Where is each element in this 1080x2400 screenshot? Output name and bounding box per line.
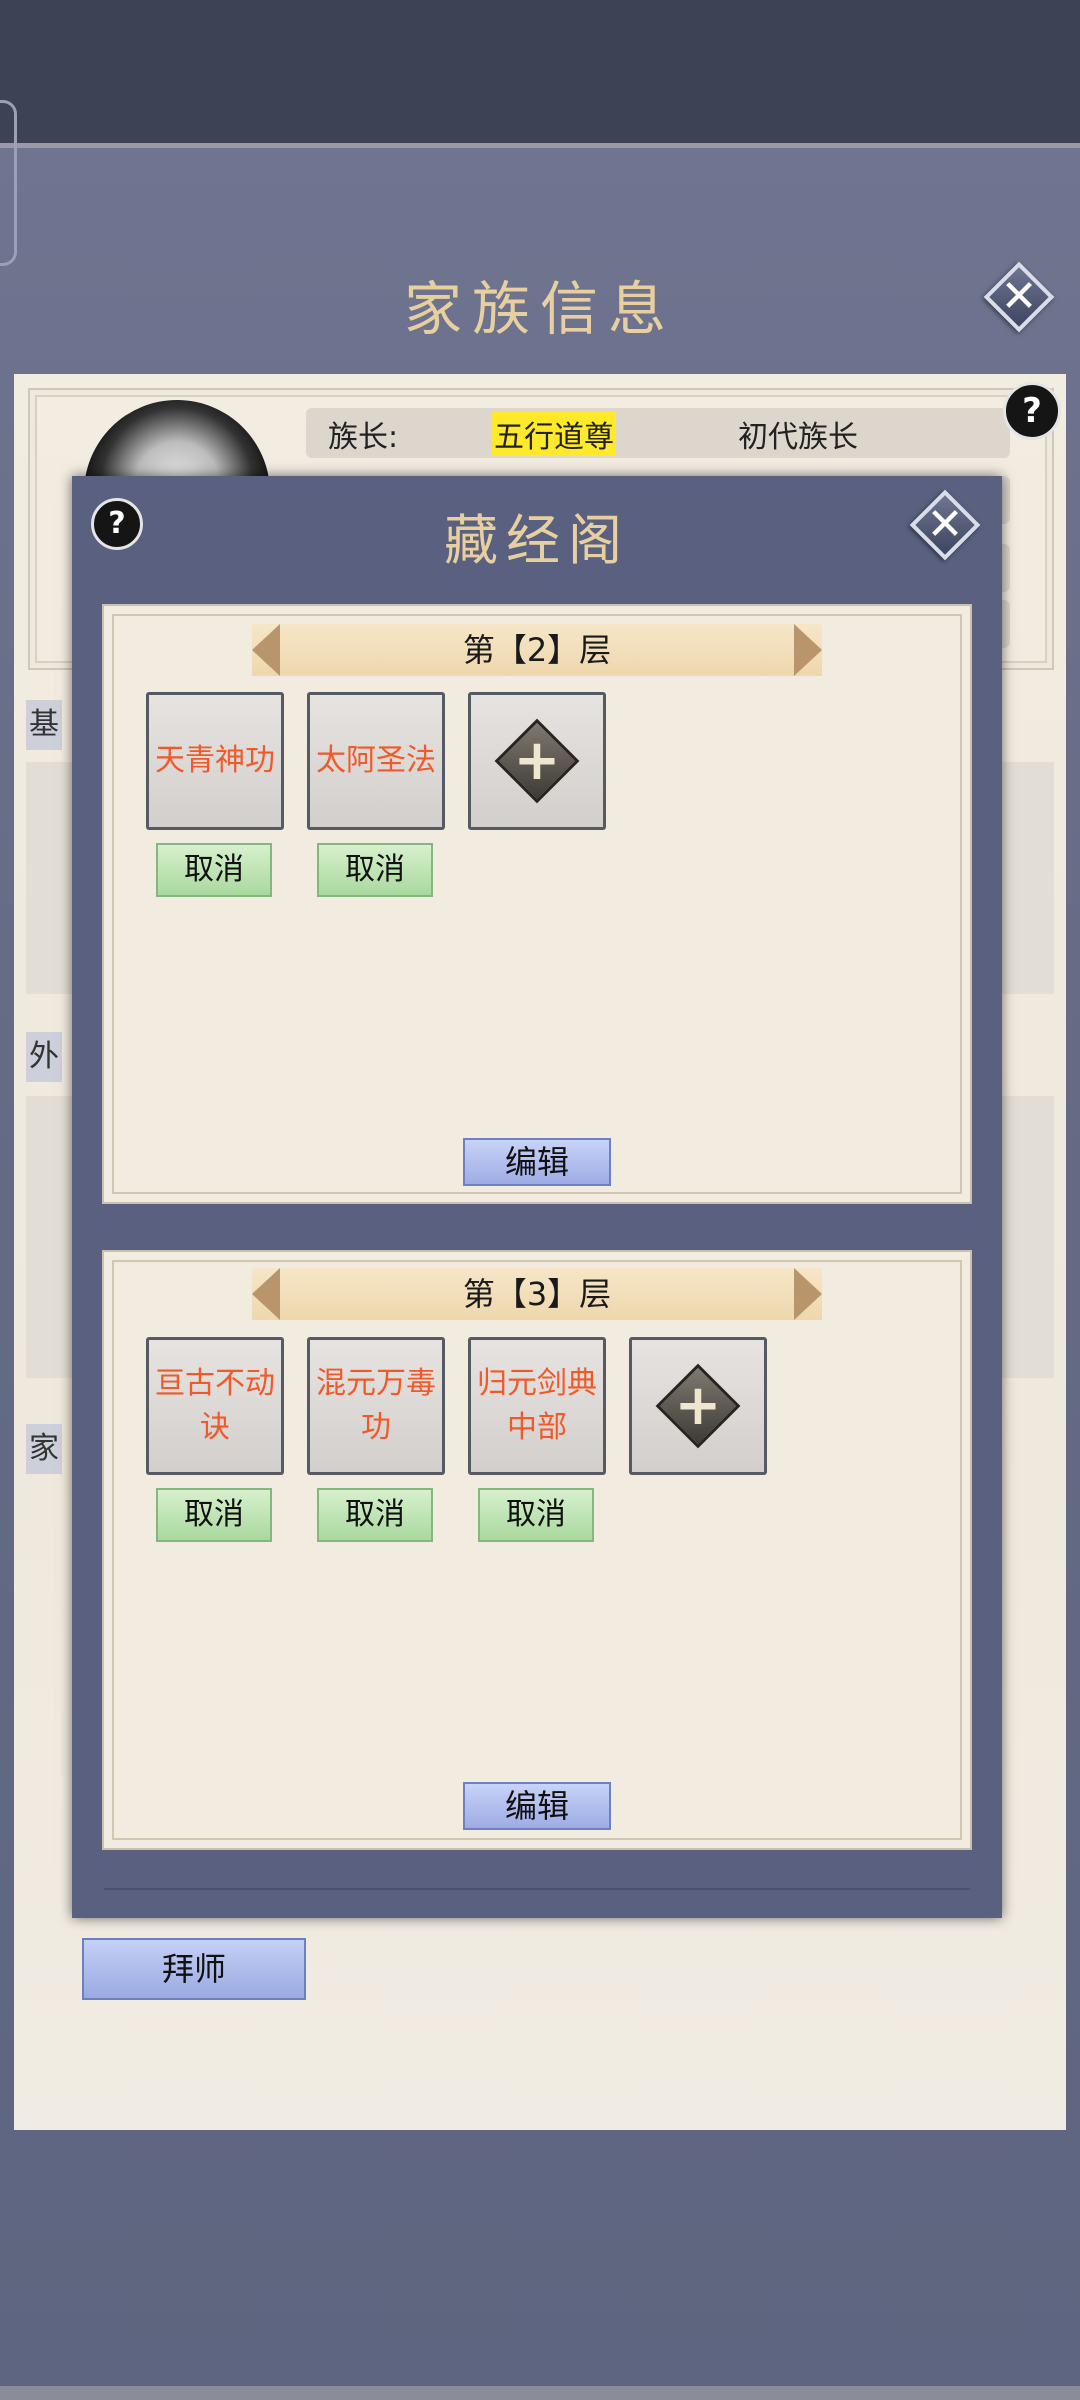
skill-slot[interactable]: 天青神功 [146, 692, 284, 830]
section-tab-basic[interactable]: 基 [26, 700, 62, 750]
side-tab[interactable] [0, 100, 17, 266]
leader-label: 族长: [328, 420, 399, 455]
library-close-button[interactable]: ✕ [909, 489, 981, 561]
skill-name: 天青神功 [155, 743, 275, 778]
skill-name: 亘古不动诀 [155, 1366, 275, 1445]
cancel-button[interactable]: 取消 [317, 1488, 433, 1542]
close-icon: ✕ [926, 499, 964, 550]
top-bar [0, 0, 1080, 145]
family-info-title: 家族信息 [403, 275, 676, 343]
section-tab-family[interactable]: 家 [26, 1424, 62, 1474]
library-help-button[interactable]: ? [91, 498, 143, 550]
section-tab-outer[interactable]: 外 [26, 1032, 62, 1082]
skill-slot[interactable]: 亘古不动诀 [146, 1337, 284, 1475]
bottom-bar [0, 2386, 1080, 2400]
floor-label: 第【3】层 [462, 1275, 612, 1313]
skill-name: 归元剑典中部 [477, 1366, 597, 1445]
cancel-button[interactable]: 取消 [156, 843, 272, 897]
leader-title: 初代族长 [738, 420, 858, 455]
floor-label: 第【2】层 [462, 631, 612, 669]
family-close-button[interactable]: ✕ [983, 261, 1055, 333]
edit-button[interactable]: 编辑 [463, 1138, 611, 1186]
edit-button[interactable]: 编辑 [463, 1782, 611, 1830]
modal-divider [104, 1888, 970, 1890]
cancel-button[interactable]: 取消 [317, 843, 433, 897]
cancel-button[interactable]: 取消 [156, 1488, 272, 1542]
plus-icon: + [513, 728, 561, 793]
leader-name[interactable]: 五行道尊 [492, 412, 616, 456]
skill-slot[interactable]: 太阿圣法 [307, 692, 445, 830]
skill-name: 混元万毒功 [316, 1366, 436, 1445]
leader-row [306, 408, 1010, 458]
skill-name: 太阿圣法 [316, 743, 436, 778]
floor-banner-2: 第【2】层 [252, 624, 822, 676]
library-title: 藏经阁 [444, 509, 630, 572]
apprentice-button[interactable]: 拜师 [82, 1938, 306, 2000]
plus-icon: + [674, 1373, 722, 1438]
add-skill-slot[interactable]: + [629, 1337, 767, 1475]
family-help-button[interactable]: ? [1003, 382, 1061, 440]
skill-slot[interactable]: 归元剑典中部 [468, 1337, 606, 1475]
cancel-button[interactable]: 取消 [478, 1488, 594, 1542]
skill-slot[interactable]: 混元万毒功 [307, 1337, 445, 1475]
floor-banner-3: 第【3】层 [252, 1268, 822, 1320]
close-icon: ✕ [1000, 271, 1038, 322]
add-skill-slot[interactable]: + [468, 692, 606, 830]
